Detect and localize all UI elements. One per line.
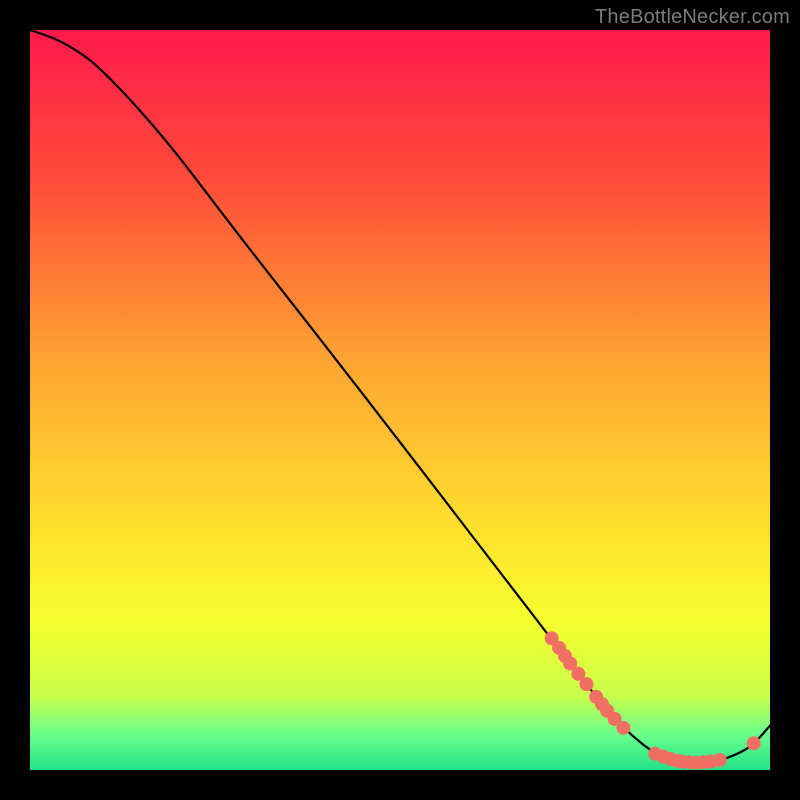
data-dot [747, 736, 761, 750]
chart-stage: TheBottleNecker.com [0, 0, 800, 800]
data-dot [713, 753, 727, 767]
data-dot [616, 721, 630, 735]
watermark-text: TheBottleNecker.com [595, 6, 790, 29]
bottleneck-chart [0, 0, 800, 800]
data-dot [579, 677, 593, 691]
chart-background [30, 30, 770, 770]
